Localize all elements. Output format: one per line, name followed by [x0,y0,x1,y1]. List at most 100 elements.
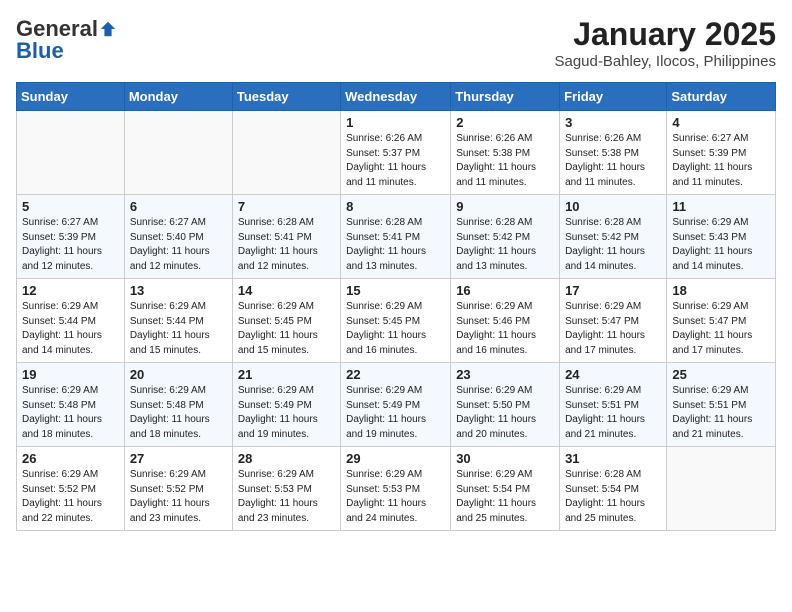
title-block: January 2025 Sagud-Bahley, Ilocos, Phili… [554,16,776,70]
weekday-header: Saturday [667,83,776,111]
calendar-cell: 19 Sunrise: 6:29 AM Sunset: 5:48 PM Dayli… [17,363,125,447]
day-number: 23 [456,367,554,382]
calendar-cell: 27Sunrise: 6:29 AM Sunset: 5:52 PM Dayli… [124,447,232,531]
day-info: Sunrise: 6:29 AM Sunset: 5:49 PM Dayligh… [346,384,445,442]
day-number: 7 [238,199,335,214]
day-number: 16 [456,283,554,298]
day-info: Sunrise: 6:29 AM Sunset: 5:45 PM Dayligh… [346,300,445,358]
calendar-cell: 18 Sunrise: 6:29 AM Sunset: 5:47 PM Dayli… [667,279,776,363]
day-number: 3 [565,115,661,130]
day-info: Sunrise: 6:28 AM Sunset: 5:42 PM Dayligh… [456,216,554,274]
day-number: 20 [130,367,227,382]
day-info: Sunrise: 6:29 AM Sunset: 5:48 PM Dayligh… [22,384,119,442]
calendar-cell [232,111,340,195]
day-number: 2 [456,115,554,130]
day-info: Sunrise: 6:27 AM Sunset: 5:40 PM Dayligh… [130,216,227,274]
calendar-cell: 28 Sunrise: 6:29 AM Sunset: 5:53 PM Dayli… [232,447,340,531]
calendar-week-row: 1 Sunrise: 6:26 AM Sunset: 5:37 PM Daylig… [17,111,776,195]
calendar-cell: 25Sunrise: 6:29 AM Sunset: 5:51 PM Dayli… [667,363,776,447]
day-number: 11 [672,199,770,214]
day-number: 6 [130,199,227,214]
location-subtitle: Sagud-Bahley, Ilocos, Philippines [554,53,776,70]
day-info: Sunrise: 6:29 AM Sunset: 5:53 PM Dayligh… [238,468,335,526]
weekday-header: Monday [124,83,232,111]
day-info: Sunrise: 6:29 AM Sunset: 5:47 PM Dayligh… [565,300,661,358]
calendar-cell: 6 Sunrise: 6:27 AM Sunset: 5:40 PM Daylig… [124,195,232,279]
day-number: 31 [565,451,661,466]
calendar-cell: 4Sunrise: 6:27 AM Sunset: 5:39 PM Daylig… [667,111,776,195]
calendar-cell: 3 Sunrise: 6:26 AM Sunset: 5:38 PM Daylig… [560,111,667,195]
day-info: Sunrise: 6:28 AM Sunset: 5:54 PM Dayligh… [565,468,661,526]
day-info: Sunrise: 6:29 AM Sunset: 5:54 PM Dayligh… [456,468,554,526]
calendar-cell: 12 Sunrise: 6:29 AM Sunset: 5:44 PM Dayli… [17,279,125,363]
calendar-cell: 21Sunrise: 6:29 AM Sunset: 5:49 PM Dayli… [232,363,340,447]
calendar-cell: 5Sunrise: 6:27 AM Sunset: 5:39 PM Daylig… [17,195,125,279]
day-info: Sunrise: 6:28 AM Sunset: 5:41 PM Dayligh… [238,216,335,274]
calendar-week-row: 5Sunrise: 6:27 AM Sunset: 5:39 PM Daylig… [17,195,776,279]
calendar-cell: 11 Sunrise: 6:29 AM Sunset: 5:43 PM Dayli… [667,195,776,279]
weekday-header: Tuesday [232,83,340,111]
weekday-header: Thursday [451,83,560,111]
calendar-cell: 26 Sunrise: 6:29 AM Sunset: 5:52 PM Dayli… [17,447,125,531]
calendar-week-row: 12 Sunrise: 6:29 AM Sunset: 5:44 PM Dayli… [17,279,776,363]
day-info: Sunrise: 6:26 AM Sunset: 5:37 PM Dayligh… [346,132,445,190]
calendar-cell: 9 Sunrise: 6:28 AM Sunset: 5:42 PM Daylig… [451,195,560,279]
day-info: Sunrise: 6:29 AM Sunset: 5:53 PM Dayligh… [346,468,445,526]
day-info: Sunrise: 6:29 AM Sunset: 5:47 PM Dayligh… [672,300,770,358]
calendar-cell [667,447,776,531]
weekday-header: Wednesday [341,83,451,111]
day-info: Sunrise: 6:29 AM Sunset: 5:44 PM Dayligh… [130,300,227,358]
day-number: 17 [565,283,661,298]
day-info: Sunrise: 6:29 AM Sunset: 5:44 PM Dayligh… [22,300,119,358]
calendar-cell: 22Sunrise: 6:29 AM Sunset: 5:49 PM Dayli… [341,363,451,447]
calendar-cell: 8Sunrise: 6:28 AM Sunset: 5:41 PM Daylig… [341,195,451,279]
calendar-cell: 13Sunrise: 6:29 AM Sunset: 5:44 PM Dayli… [124,279,232,363]
calendar-cell: 31 Sunrise: 6:28 AM Sunset: 5:54 PM Dayli… [560,447,667,531]
calendar-cell: 29 Sunrise: 6:29 AM Sunset: 5:53 PM Dayli… [341,447,451,531]
day-number: 4 [672,115,770,130]
calendar-week-row: 26 Sunrise: 6:29 AM Sunset: 5:52 PM Dayli… [17,447,776,531]
day-number: 25 [672,367,770,382]
day-number: 5 [22,199,119,214]
calendar-cell: 15 Sunrise: 6:29 AM Sunset: 5:45 PM Dayli… [341,279,451,363]
calendar-cell: 10 Sunrise: 6:28 AM Sunset: 5:42 PM Dayli… [560,195,667,279]
day-number: 18 [672,283,770,298]
weekday-header: Friday [560,83,667,111]
day-number: 30 [456,451,554,466]
calendar-cell: 30 Sunrise: 6:29 AM Sunset: 5:54 PM Dayli… [451,447,560,531]
day-number: 19 [22,367,119,382]
calendar-cell: 20 Sunrise: 6:29 AM Sunset: 5:48 PM Dayli… [124,363,232,447]
month-year-title: January 2025 [554,16,776,53]
day-number: 15 [346,283,445,298]
day-number: 10 [565,199,661,214]
day-info: Sunrise: 6:29 AM Sunset: 5:46 PM Dayligh… [456,300,554,358]
day-number: 21 [238,367,335,382]
day-number: 29 [346,451,445,466]
day-info: Sunrise: 6:29 AM Sunset: 5:51 PM Dayligh… [565,384,661,442]
calendar-cell [17,111,125,195]
calendar-cell: 23Sunrise: 6:29 AM Sunset: 5:50 PM Dayli… [451,363,560,447]
day-info: Sunrise: 6:29 AM Sunset: 5:52 PM Dayligh… [22,468,119,526]
day-number: 9 [456,199,554,214]
calendar-cell: 24 Sunrise: 6:29 AM Sunset: 5:51 PM Dayli… [560,363,667,447]
day-info: Sunrise: 6:29 AM Sunset: 5:48 PM Dayligh… [130,384,227,442]
day-number: 27 [130,451,227,466]
day-info: Sunrise: 6:26 AM Sunset: 5:38 PM Dayligh… [456,132,554,190]
day-number: 12 [22,283,119,298]
day-number: 1 [346,115,445,130]
day-number: 24 [565,367,661,382]
day-info: Sunrise: 6:29 AM Sunset: 5:43 PM Dayligh… [672,216,770,274]
calendar-cell: 17 Sunrise: 6:29 AM Sunset: 5:47 PM Dayli… [560,279,667,363]
day-info: Sunrise: 6:29 AM Sunset: 5:45 PM Dayligh… [238,300,335,358]
calendar-header-row: SundayMondayTuesdayWednesdayThursdayFrid… [17,83,776,111]
calendar-cell: 2 Sunrise: 6:26 AM Sunset: 5:38 PM Daylig… [451,111,560,195]
logo: General Blue [16,16,117,64]
logo-blue-text: Blue [16,38,64,64]
calendar-cell: 1 Sunrise: 6:26 AM Sunset: 5:37 PM Daylig… [341,111,451,195]
calendar-cell: 7 Sunrise: 6:28 AM Sunset: 5:41 PM Daylig… [232,195,340,279]
day-number: 28 [238,451,335,466]
day-info: Sunrise: 6:28 AM Sunset: 5:42 PM Dayligh… [565,216,661,274]
day-number: 14 [238,283,335,298]
day-number: 26 [22,451,119,466]
day-info: Sunrise: 6:26 AM Sunset: 5:38 PM Dayligh… [565,132,661,190]
